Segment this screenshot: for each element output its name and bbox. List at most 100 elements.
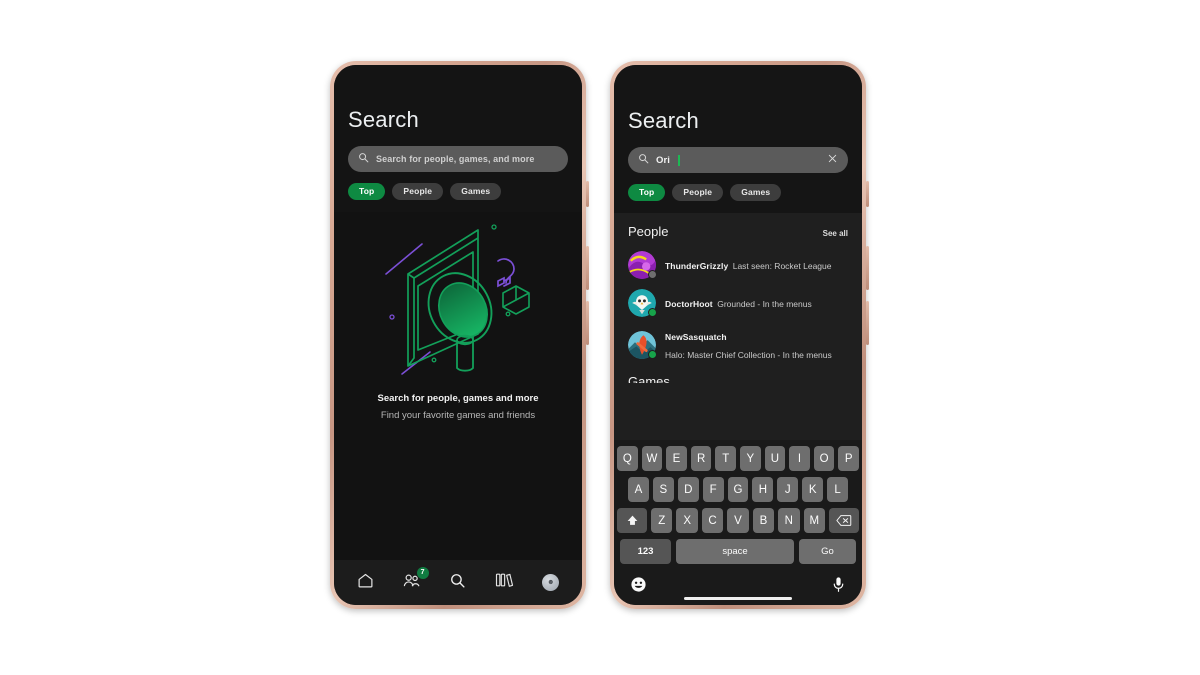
search-icon: [358, 150, 369, 168]
search-input[interactable]: Search for people, games, and more: [348, 146, 568, 172]
chip-people[interactable]: People: [392, 183, 444, 200]
nav-item-people[interactable]: 7: [395, 566, 429, 600]
key-d[interactable]: D: [677, 477, 699, 502]
phone2-side-button-top[interactable]: [866, 181, 869, 207]
person-name: ThunderGrizzly: [665, 261, 729, 271]
empty-state-title: Search for people, games and more: [377, 393, 539, 404]
key-b[interactable]: B: [752, 508, 775, 533]
chip-games[interactable]: Games: [730, 184, 782, 201]
key-t[interactable]: T: [715, 446, 736, 471]
key-numbers[interactable]: 123: [620, 539, 671, 564]
nav-item-profile[interactable]: ☻: [534, 566, 568, 600]
avatar: [628, 289, 657, 317]
phone1-volume-up-button[interactable]: [586, 246, 589, 290]
key-u[interactable]: U: [764, 446, 786, 471]
key-go[interactable]: Go: [799, 539, 856, 564]
key-c[interactable]: C: [701, 508, 724, 533]
key-x[interactable]: X: [676, 508, 698, 533]
chip-top[interactable]: Top: [348, 183, 386, 200]
person-name: DoctorHoot: [665, 299, 713, 309]
person-name: NewSasquatch: [665, 332, 727, 342]
search-placeholder: Search for people, games, and more: [376, 154, 535, 164]
key-z[interactable]: Z: [651, 508, 673, 533]
key-r[interactable]: R: [690, 446, 712, 471]
text-cursor: [678, 154, 680, 166]
avatar-icon: ☻: [542, 574, 560, 591]
key-l[interactable]: L: [827, 477, 849, 502]
key-o[interactable]: O: [813, 446, 835, 471]
chip-people[interactable]: People: [672, 184, 724, 201]
phone1-side-button-top[interactable]: [586, 181, 589, 207]
close-icon[interactable]: [827, 151, 838, 169]
page-title: Search: [348, 107, 419, 132]
key-s[interactable]: S: [652, 477, 674, 502]
chip-top[interactable]: Top: [628, 184, 666, 201]
phone-empty-search: Search Search for people, games, and mor…: [330, 61, 589, 609]
search-input-active[interactable]: Ori: [628, 147, 848, 173]
key-e[interactable]: E: [666, 446, 687, 471]
person-status: Grounded - In the menus: [717, 299, 812, 309]
microphone-icon[interactable]: [831, 576, 846, 598]
emoji-icon[interactable]: [630, 576, 647, 598]
keyboard-row-3: Z X C V B N M: [617, 508, 859, 533]
presence-indicator: [648, 270, 657, 279]
key-p[interactable]: P: [838, 446, 859, 471]
key-j[interactable]: J: [777, 477, 799, 502]
key-i[interactable]: I: [789, 446, 810, 471]
key-k[interactable]: K: [802, 477, 824, 502]
phone2-volume-up-button[interactable]: [866, 246, 869, 290]
shift-icon[interactable]: [617, 508, 648, 533]
see-all-people-link[interactable]: See all: [823, 229, 848, 238]
library-icon: [495, 572, 514, 593]
search-header: Search Search for people, games, and mor…: [334, 65, 582, 212]
nav-item-home[interactable]: [348, 566, 382, 600]
presence-indicator: [648, 350, 657, 359]
person-status: Last seen: Rocket League: [732, 261, 832, 271]
empty-state: Search for people, games and more Find y…: [334, 212, 582, 584]
presence-indicator: [648, 308, 657, 317]
nav-item-library[interactable]: [487, 566, 521, 600]
phone-search-results: Search Ori Top People Games People See a…: [610, 61, 869, 609]
search-header-active: Search Ori Top People Games: [614, 65, 862, 213]
key-h[interactable]: H: [752, 477, 774, 502]
search-icon: [449, 572, 466, 594]
key-g[interactable]: G: [727, 477, 749, 502]
search-icon: [638, 151, 649, 169]
filter-chips: Top People Games: [348, 183, 568, 200]
key-f[interactable]: F: [702, 477, 724, 502]
avatar: [628, 331, 657, 359]
keyboard-row-2: A S D F G H J K L: [617, 477, 859, 502]
home-indicator: [684, 597, 792, 600]
phone2-volume-down-button[interactable]: [866, 301, 869, 345]
search-query-text: Ori: [656, 154, 671, 166]
phone1-screen: Search Search for people, games, and mor…: [334, 65, 582, 605]
on-screen-keyboard: Q W E R T Y U I O P A S D F G H J K L Z …: [614, 440, 862, 605]
section-title-games: Games: [628, 374, 670, 383]
key-m[interactable]: M: [803, 508, 825, 533]
empty-state-subtitle: Find your favorite games and friends: [380, 410, 536, 421]
chip-games[interactable]: Games: [450, 183, 502, 200]
filter-chips: Top People Games: [628, 184, 848, 201]
backspace-icon[interactable]: [828, 508, 859, 533]
key-v[interactable]: V: [727, 508, 749, 533]
list-item[interactable]: NewSasquatch Halo: Master Chief Collecti…: [614, 322, 862, 368]
list-item[interactable]: ThunderGrizzly Last seen: Rocket League: [614, 246, 862, 284]
home-icon: [357, 572, 374, 594]
key-space[interactable]: space: [676, 539, 794, 564]
person-status: Halo: Master Chief Collection - In the m…: [665, 350, 832, 360]
key-a[interactable]: A: [628, 477, 649, 502]
people-section-header: People See all: [614, 213, 862, 246]
people-badge: 7: [416, 566, 429, 579]
key-y[interactable]: Y: [740, 446, 761, 471]
nav-item-search[interactable]: [441, 566, 475, 600]
bottom-navigation: 7 ☻: [334, 560, 582, 605]
phone2-screen: Search Ori Top People Games People See a…: [614, 65, 862, 605]
keyboard-row-1: Q W E R T Y U I O P: [617, 446, 859, 471]
phone1-volume-down-button[interactable]: [586, 301, 589, 345]
page-title: Search: [628, 108, 699, 133]
key-q[interactable]: Q: [617, 446, 638, 471]
avatar: [628, 251, 657, 279]
key-n[interactable]: N: [778, 508, 800, 533]
key-w[interactable]: W: [641, 446, 663, 471]
list-item[interactable]: DoctorHoot Grounded - In the menus: [614, 284, 862, 322]
